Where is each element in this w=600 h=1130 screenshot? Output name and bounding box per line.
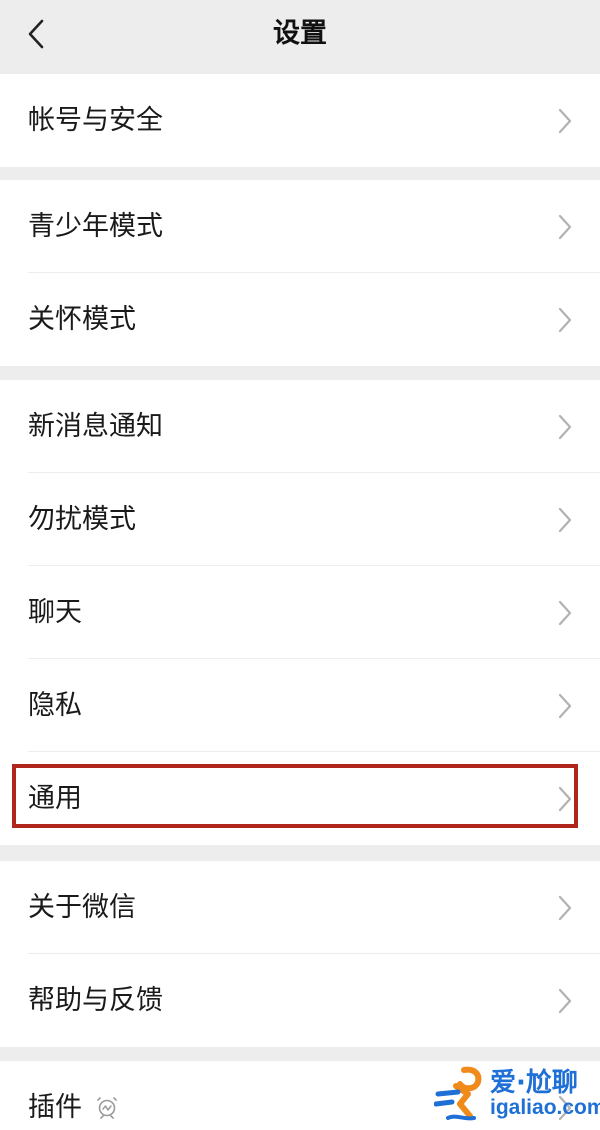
row-label: 插件 [28,1092,82,1123]
settings-group-plugins: 插件 [0,1061,600,1130]
chevron-right-icon [558,600,572,626]
chevron-left-icon [28,19,44,49]
chevron-right-icon [558,786,572,812]
row-plugins[interactable]: 插件 [0,1061,600,1130]
row-label: 青少年模式 [28,211,163,242]
chevron-right-icon [558,988,572,1014]
chevron-right-icon [558,895,572,921]
row-do-not-disturb[interactable]: 勿扰模式 [0,473,600,566]
chevron-right-icon [558,1095,572,1121]
row-general[interactable]: 通用 [0,752,600,845]
chevron-right-icon [558,307,572,333]
row-label: 聊天 [28,597,82,628]
row-label: 勿扰模式 [28,504,136,535]
row-help-feedback[interactable]: 帮助与反馈 [0,954,600,1047]
row-label: 通用 [28,783,82,814]
chevron-right-icon [558,214,572,240]
row-chat[interactable]: 聊天 [0,566,600,659]
row-new-message-notification[interactable]: 新消息通知 [0,380,600,473]
plugin-icon [97,1097,117,1119]
row-care-mode[interactable]: 关怀模式 [0,273,600,366]
row-label: 关于微信 [28,892,136,923]
chevron-right-icon [558,108,572,134]
chevron-right-icon [558,414,572,440]
row-teen-mode[interactable]: 青少年模式 [0,180,600,273]
row-about-wechat[interactable]: 关于微信 [0,861,600,954]
settings-group-about: 关于微信 帮助与反馈 [0,861,600,1047]
row-label: 关怀模式 [28,304,136,335]
settings-group-modes: 青少年模式 关怀模式 [0,180,600,366]
row-account-security[interactable]: 帐号与安全 [0,74,600,167]
row-label: 帮助与反馈 [28,985,163,1016]
chevron-right-icon [558,507,572,533]
page-title: 设置 [273,18,327,49]
row-privacy[interactable]: 隐私 [0,659,600,752]
row-label: 隐私 [28,690,82,721]
settings-group-general: 新消息通知 勿扰模式 聊天 隐私 通用 [0,380,600,845]
chevron-right-icon [558,693,572,719]
back-button[interactable] [14,12,58,56]
row-label: 帐号与安全 [28,105,163,136]
settings-group-account: 帐号与安全 [0,74,600,167]
row-label: 新消息通知 [28,411,163,442]
nav-bar: 设置 [0,0,600,72]
